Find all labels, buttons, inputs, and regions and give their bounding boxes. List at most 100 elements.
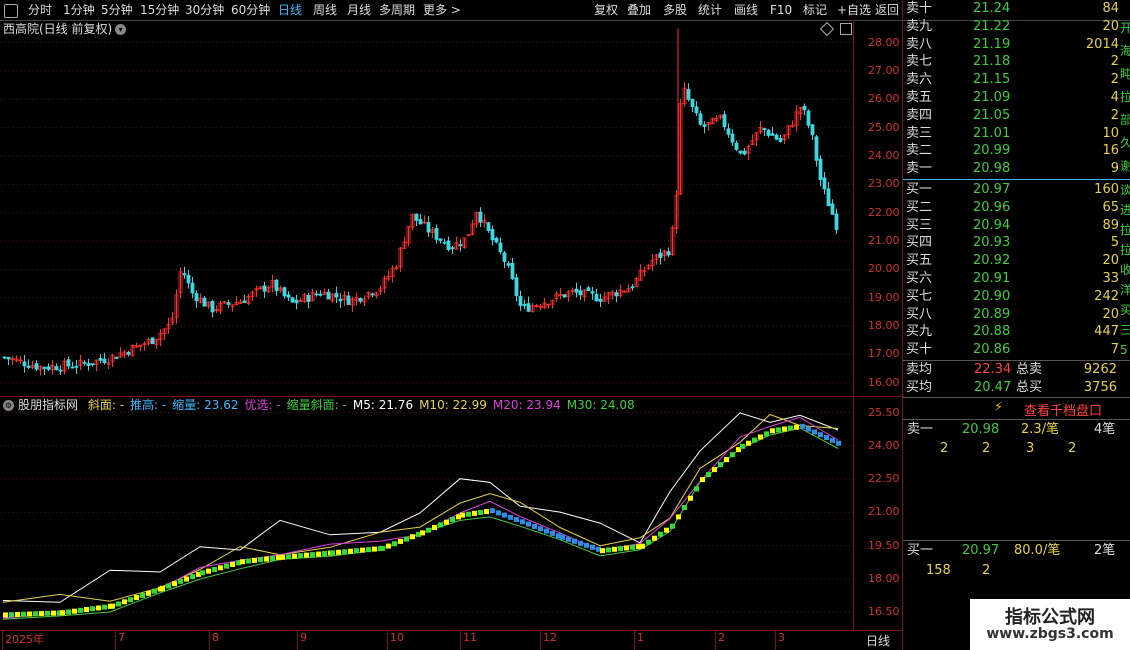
bid-row[interactable]: 买四 20.93 5 xyxy=(903,234,1121,252)
signal-block xyxy=(612,546,617,552)
l2-separator-2 xyxy=(903,419,1130,420)
bid-row[interactable]: 买二 20.96 65 xyxy=(903,199,1121,217)
side-char: 三 xyxy=(1120,323,1130,337)
level-price: 21.18 xyxy=(973,54,1011,70)
period-label[interactable]: 日线 xyxy=(866,632,890,649)
level-qty: 20 xyxy=(1102,18,1119,34)
period-tab-5[interactable]: 60分钟 xyxy=(231,0,270,20)
candle-body xyxy=(6,356,11,360)
signal-block xyxy=(624,545,629,551)
candle-body xyxy=(810,124,815,136)
candle-body xyxy=(54,366,59,371)
candle-body xyxy=(774,134,779,140)
signal-block xyxy=(45,610,50,616)
signal-block xyxy=(280,554,285,560)
ask-row[interactable]: 卖三 21.01 10 xyxy=(903,125,1121,143)
period-tab-0[interactable]: 分时 xyxy=(28,0,52,20)
signal-block xyxy=(818,432,823,438)
signal-block xyxy=(310,552,315,558)
candle-body xyxy=(314,293,319,296)
level-price: 20.98 xyxy=(973,161,1011,177)
ask-row[interactable]: 卖二 20.99 16 xyxy=(903,142,1121,160)
ask-row[interactable]: 卖六 21.15 2 xyxy=(903,71,1121,89)
ask-row[interactable]: 卖一 20.98 9 xyxy=(903,160,1121,178)
bid-row[interactable]: 买九 20.88 447 xyxy=(903,323,1121,341)
date-tick-label: 11 xyxy=(463,631,477,644)
total-sell: 9262 xyxy=(1083,362,1117,377)
period-tab-9[interactable]: 多周期 xyxy=(379,0,415,20)
level-label: 买九 xyxy=(906,324,933,340)
level-qty: 16 xyxy=(1102,143,1119,159)
total-buy: 3756 xyxy=(1083,380,1117,395)
side-char: 久 xyxy=(1120,136,1130,150)
signal-block xyxy=(472,510,477,516)
level-qty: 7 xyxy=(1110,342,1119,358)
ask-row[interactable]: 卖九 21.22 20 xyxy=(903,18,1121,36)
candle-body xyxy=(414,213,419,221)
price-tick-label: 19.00 xyxy=(868,290,900,304)
bid-row[interactable]: 买八 20.89 20 xyxy=(903,306,1121,324)
action-button-8[interactable]: 返回 xyxy=(875,0,899,20)
signal-block xyxy=(78,607,83,613)
l2-sell1-label: 卖一 xyxy=(907,422,934,437)
signal-block xyxy=(688,495,693,501)
signal-block xyxy=(532,523,537,529)
bid-row[interactable]: 买七 20.90 242 xyxy=(903,288,1121,306)
candle-body xyxy=(522,304,527,306)
level-qty: 20 xyxy=(1102,253,1119,269)
candlestick-chart[interactable] xyxy=(0,20,902,397)
menu-icon[interactable] xyxy=(4,4,18,18)
period-tab-1[interactable]: 1分钟 xyxy=(63,0,95,20)
period-tab-3[interactable]: 15分钟 xyxy=(140,0,179,20)
candle-body xyxy=(730,133,735,143)
ask-row[interactable]: 卖五 21.09 4 xyxy=(903,89,1121,107)
action-button-6[interactable]: 标记 xyxy=(803,0,827,20)
candle-body xyxy=(66,359,71,367)
signal-block xyxy=(724,457,729,463)
period-tab-4[interactable]: 30分钟 xyxy=(185,0,224,20)
level-price: 21.22 xyxy=(973,18,1011,34)
date-tick xyxy=(2,630,3,650)
signal-block xyxy=(39,611,44,617)
candle-body xyxy=(282,287,287,297)
side-char: 部 xyxy=(1120,113,1130,127)
bid-row[interactable]: 买三 20.94 89 xyxy=(903,217,1121,235)
ask-row[interactable]: 卖十 21.24 84 xyxy=(903,0,1121,18)
signal-block xyxy=(794,424,799,430)
action-button-3[interactable]: 统计 xyxy=(698,0,722,20)
bid-row[interactable]: 买一 20.97 160 xyxy=(903,181,1121,199)
bid-row[interactable]: 买五 20.92 20 xyxy=(903,252,1121,270)
ask-row[interactable]: 卖七 21.18 2 xyxy=(903,53,1121,71)
period-tab-7[interactable]: 周线 xyxy=(313,0,337,20)
ask-row[interactable]: 卖八 21.19 2014 xyxy=(903,36,1121,54)
candle-body xyxy=(346,295,351,305)
indicator-tick-label: 24.00 xyxy=(868,438,900,452)
period-tab-10[interactable]: 更多 > xyxy=(423,0,461,20)
side-char: 海 xyxy=(1120,44,1130,58)
side-char: 拉 xyxy=(1120,243,1130,257)
signal-block xyxy=(392,541,397,547)
candle-body xyxy=(694,106,699,114)
side-char: 洋 xyxy=(1120,283,1130,297)
action-button-4[interactable]: 画线 xyxy=(734,0,758,20)
bid-row[interactable]: 买十 20.86 7 xyxy=(903,341,1121,359)
ask-row[interactable]: 卖四 21.05 2 xyxy=(903,107,1121,125)
action-button-1[interactable]: 叠加 xyxy=(627,0,651,20)
candle-body xyxy=(518,296,523,306)
action-button-7[interactable]: +自选 xyxy=(837,0,871,20)
action-button-5[interactable]: F10 xyxy=(770,0,792,20)
signal-block xyxy=(206,568,211,574)
action-button-2[interactable]: 多股 xyxy=(663,0,687,20)
level-price: 20.89 xyxy=(973,306,1011,322)
period-tab-8[interactable]: 月线 xyxy=(347,0,371,20)
period-tab-2[interactable]: 5分钟 xyxy=(101,0,133,20)
view-depth-button[interactable]: 查看千档盘口 xyxy=(1024,400,1102,419)
action-button-0[interactable]: 复权 xyxy=(594,0,618,20)
signal-block xyxy=(184,576,189,582)
period-tab-6[interactable]: 日线 xyxy=(278,0,302,20)
bid-row[interactable]: 买六 20.91 33 xyxy=(903,270,1121,288)
signal-block xyxy=(730,452,735,458)
indicator-chart[interactable] xyxy=(0,397,902,630)
candle-body xyxy=(318,293,323,296)
buy-avg: 20.47 xyxy=(974,380,1012,395)
